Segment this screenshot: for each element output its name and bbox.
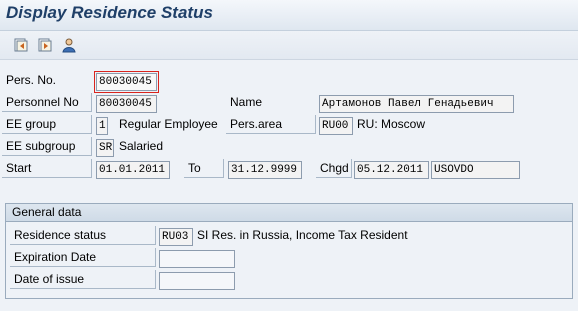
pers-area-label: Pers.area xyxy=(226,115,316,134)
residence-status-field: RU03 xyxy=(159,228,193,246)
next-record-icon[interactable] xyxy=(36,36,54,54)
person-icon[interactable] xyxy=(60,36,78,54)
pers-area-field: RU00 xyxy=(319,117,353,135)
to-label: To xyxy=(184,159,224,178)
chgd-label: Chgd xyxy=(316,159,352,178)
pers-no-field[interactable]: 80030045 xyxy=(94,71,159,93)
date-of-issue-label: Date of issue xyxy=(10,270,156,289)
to-date-field: 31.12.9999 xyxy=(228,161,302,179)
personnel-no-field: 80030045 xyxy=(96,95,157,113)
ee-group-label: EE group xyxy=(2,115,92,134)
general-data-group: General data Residence status RU03 SI Re… xyxy=(5,203,573,299)
residence-status-label: Residence status xyxy=(10,226,156,245)
title-bar: Display Residence Status xyxy=(0,0,578,31)
personnel-no-label: Personnel No xyxy=(2,93,92,112)
page-title: Display Residence Status xyxy=(6,3,213,22)
ee-subgroup-field: SR xyxy=(96,139,114,157)
changed-date-field: 05.12.2011 xyxy=(354,161,429,179)
ee-subgroup-text: Salaried xyxy=(119,139,164,153)
residence-status-text: SI Res. in Russia, Income Tax Resident xyxy=(197,228,408,242)
expiration-date-field xyxy=(159,250,235,268)
application-toolbar xyxy=(0,31,578,60)
previous-record-icon[interactable] xyxy=(12,36,30,54)
ee-subgroup-label: EE subgroup xyxy=(2,137,92,156)
changed-by-field: USOVDO xyxy=(431,161,520,179)
date-of-issue-field xyxy=(159,272,235,290)
ee-group-field: 1 xyxy=(96,117,108,135)
general-data-title: General data xyxy=(6,204,572,222)
name-label: Name xyxy=(230,95,263,109)
name-field: Артамонов Павел Генадьевич xyxy=(319,95,514,113)
start-date-field: 01.01.2011 xyxy=(96,161,170,179)
content-area: Pers. No. 80030045 Personnel No 80030045… xyxy=(0,60,578,311)
pers-area-text: RU: Moscow xyxy=(357,117,426,131)
expiration-date-label: Expiration Date xyxy=(10,248,156,267)
ee-group-text: Regular Employee xyxy=(119,117,218,131)
start-label: Start xyxy=(2,159,92,178)
pers-no-label: Pers. No. xyxy=(6,73,57,87)
